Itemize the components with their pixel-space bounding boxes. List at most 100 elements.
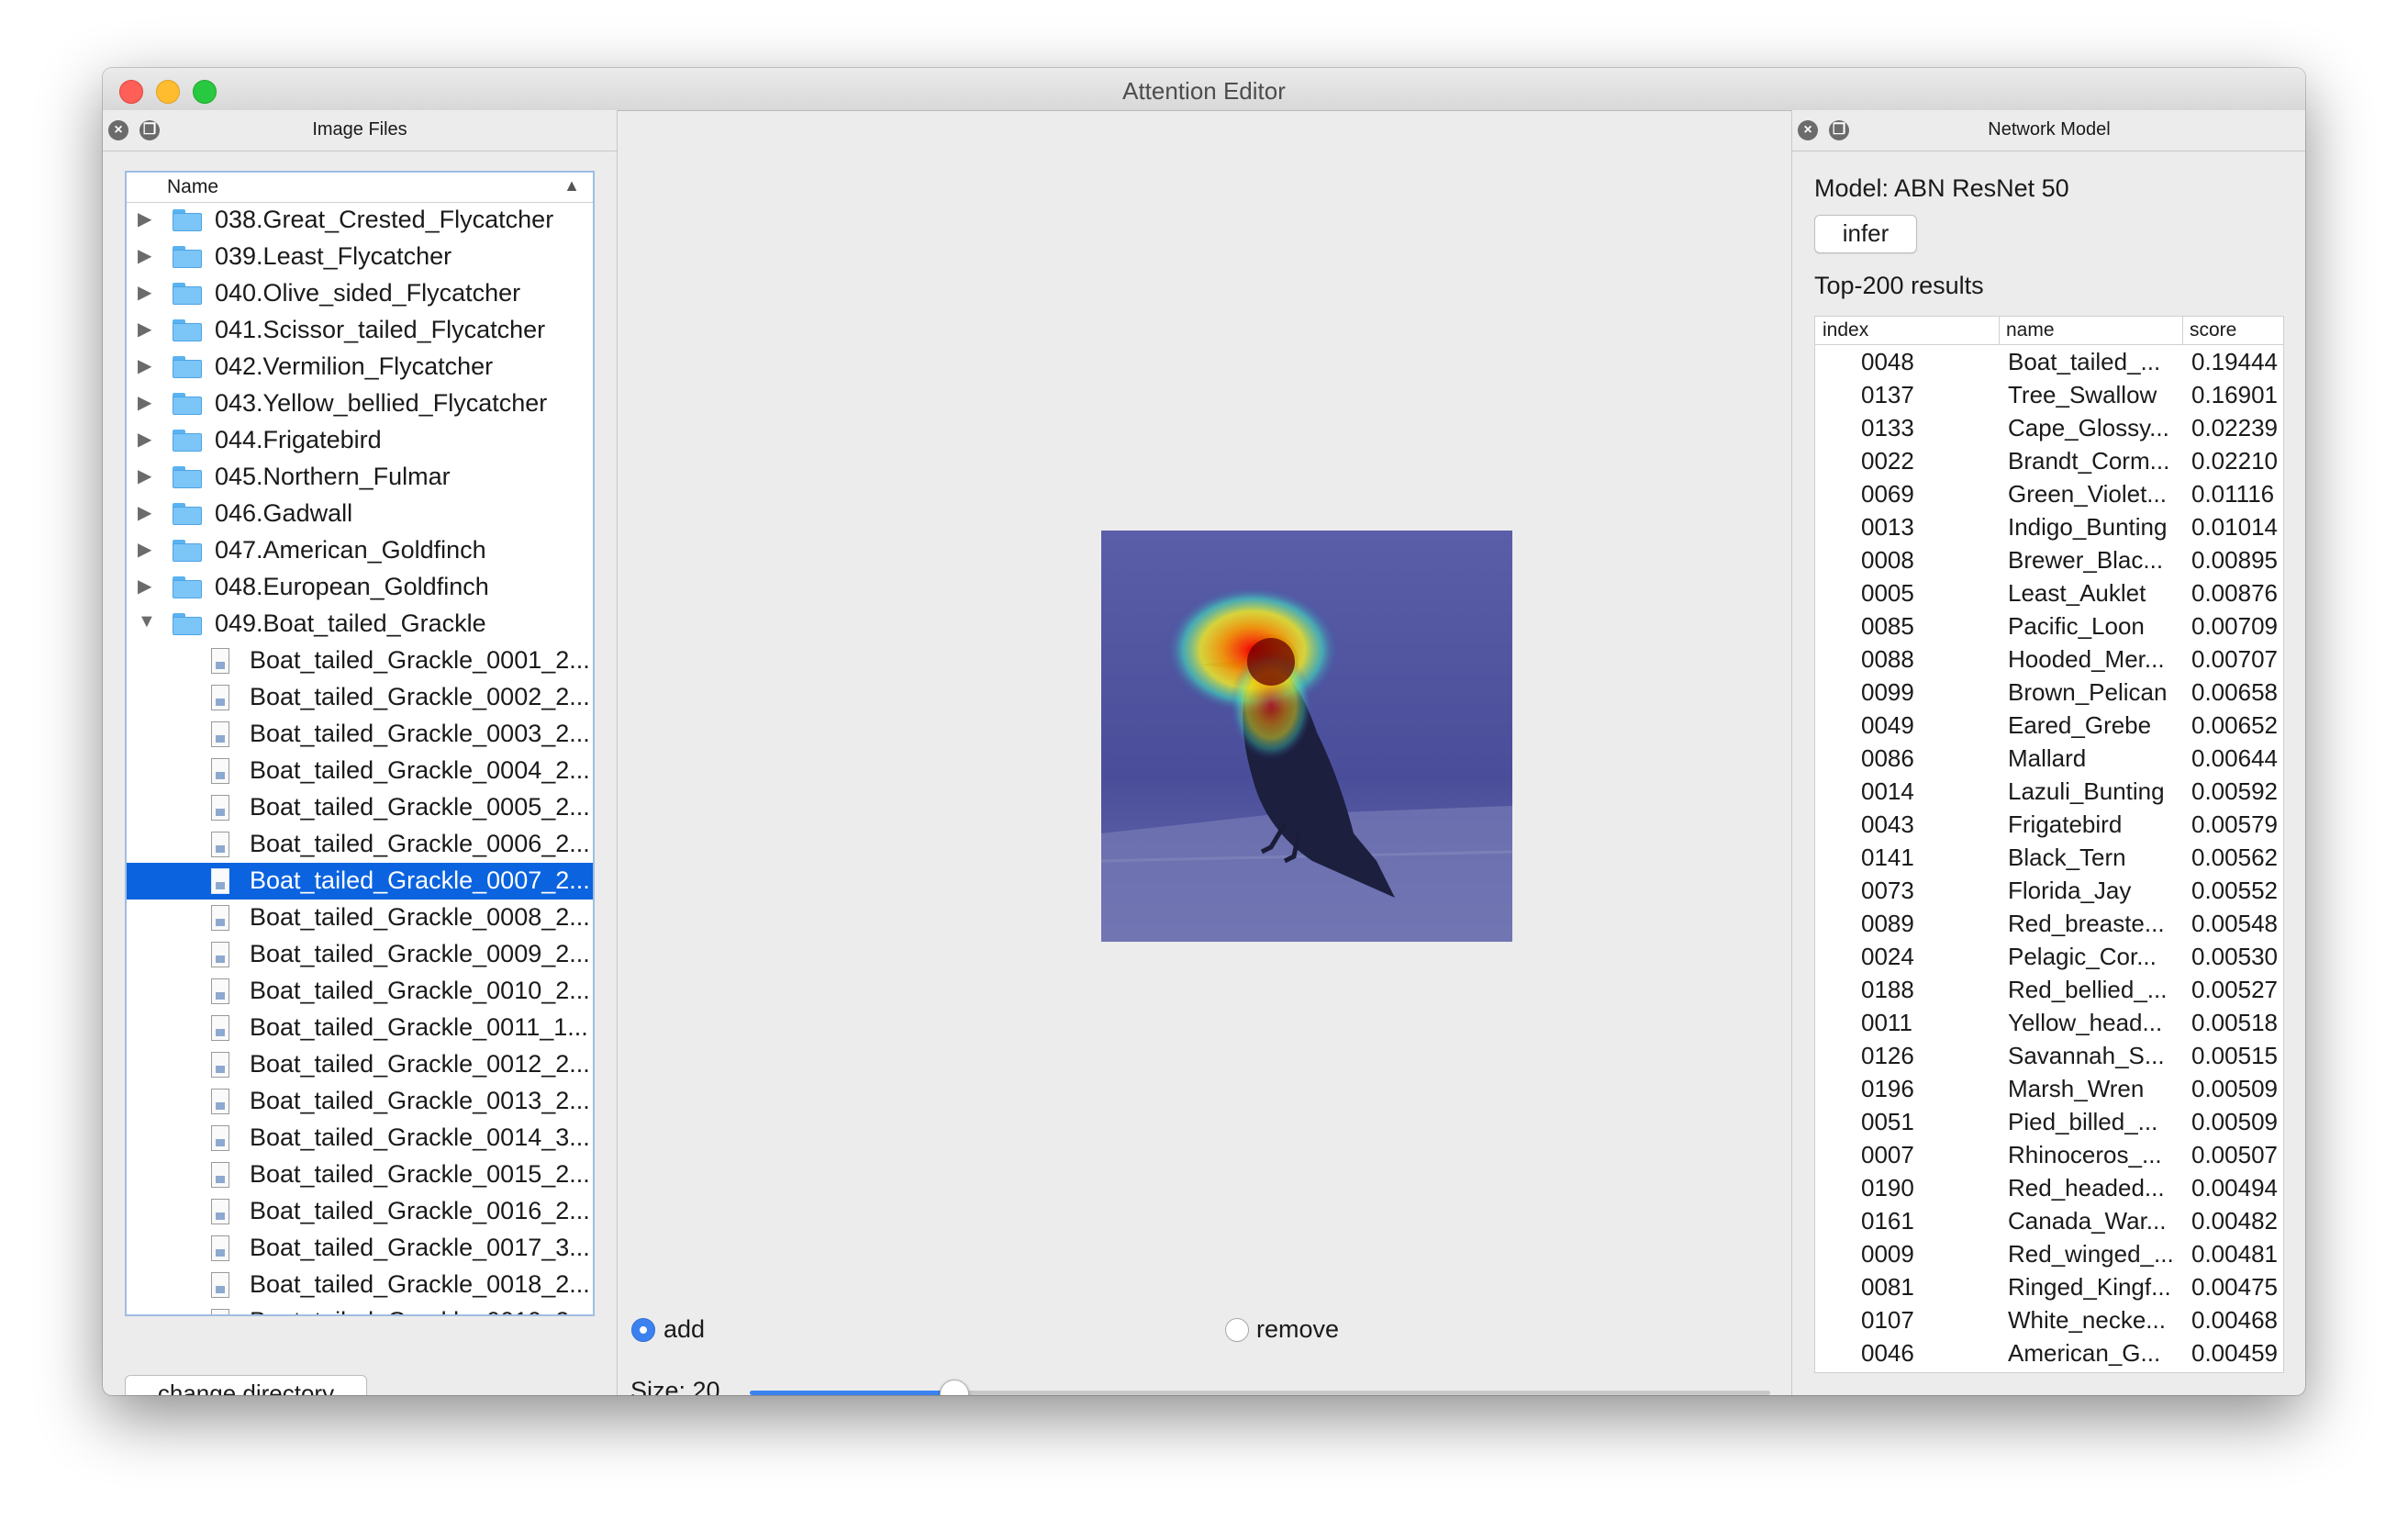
file-row[interactable]: Boat_tailed_Grackle_0015_2... [127, 1157, 593, 1193]
result-row[interactable]: 0107 White_necke... 0.00468 [1815, 1304, 2283, 1337]
file-row[interactable]: Boat_tailed_Grackle_0012_2... [127, 1046, 593, 1083]
file-row[interactable]: Boat_tailed_Grackle_0001_2... [127, 643, 593, 679]
folder-name: 039.Least_Flycatcher [215, 242, 452, 270]
name-column-header[interactable]: Name [167, 176, 218, 198]
file-row[interactable]: Boat_tailed_Grackle_0004_2... [127, 753, 593, 789]
folder-row[interactable]: ▶ 047.American_Goldfinch [127, 532, 593, 569]
file-row[interactable]: Boat_tailed_Grackle_0018_2... [127, 1267, 593, 1303]
folder-row[interactable]: ▶ 046.Gadwall [127, 496, 593, 532]
file-row[interactable]: Boat_tailed_Grackle_0010_2... [127, 973, 593, 1010]
result-row[interactable]: 0073 Florida_Jay 0.00552 [1815, 875, 2283, 908]
result-row[interactable]: 0051 Pied_billed_... 0.00509 [1815, 1106, 2283, 1139]
disclosure-closed-icon[interactable]: ▶ [138, 318, 151, 341]
result-row[interactable]: 0086 Mallard 0.00644 [1815, 743, 2283, 776]
disclosure-closed-icon[interactable]: ▶ [138, 501, 151, 524]
folder-row[interactable]: ▼ 049.Boat_tailed_Grackle [127, 606, 593, 643]
result-row[interactable]: 0005 Least_Auklet 0.00876 [1815, 577, 2283, 610]
size-slider-thumb[interactable] [940, 1380, 970, 1395]
change-directory-button[interactable]: change directory [125, 1375, 367, 1395]
file-row[interactable]: Boat_tailed_Grackle_0013_2... [127, 1083, 593, 1120]
result-index: 0161 [1861, 1207, 1914, 1235]
result-name: Frigatebird [2008, 810, 2123, 838]
result-row[interactable]: 0008 Brewer_Blac... 0.00895 [1815, 544, 2283, 577]
disclosure-closed-icon[interactable]: ▶ [138, 464, 151, 487]
folder-row[interactable]: ▶ 039.Least_Flycatcher [127, 239, 593, 275]
folder-row[interactable]: ▶ 048.European_Goldfinch [127, 569, 593, 606]
result-row[interactable]: 0196 Marsh_Wren 0.00509 [1815, 1073, 2283, 1106]
result-row[interactable]: 0133 Cape_Glossy... 0.02239 [1815, 412, 2283, 445]
result-row[interactable]: 0049 Eared_Grebe 0.00652 [1815, 710, 2283, 743]
result-row[interactable]: 0022 Brandt_Corm... 0.02210 [1815, 445, 2283, 478]
attention-image[interactable] [1100, 531, 1513, 942]
result-row[interactable]: 0085 Pacific_Loon 0.00709 [1815, 610, 2283, 643]
folder-row[interactable]: ▶ 045.Northern_Fulmar [127, 459, 593, 496]
result-row[interactable]: 0099 Brown_Pelican 0.00658 [1815, 676, 2283, 710]
result-row[interactable]: 0007 Rhinoceros_... 0.00507 [1815, 1139, 2283, 1172]
folder-row[interactable]: ▶ 040.Olive_sided_Flycatcher [127, 275, 593, 312]
folder-row[interactable]: ▶ 044.Frigatebird [127, 422, 593, 459]
index-column-header[interactable]: index [1823, 319, 1868, 341]
image-file-icon [211, 1089, 229, 1114]
size-slider[interactable] [750, 1380, 1770, 1395]
disclosure-closed-icon[interactable]: ▶ [138, 354, 151, 377]
result-score: 0.00562 [2191, 844, 2278, 871]
results-title: Top-200 results [1814, 272, 1984, 299]
disclosure-closed-icon[interactable]: ▶ [138, 575, 151, 598]
file-row[interactable]: Boat_tailed_Grackle_0008_2... [127, 900, 593, 936]
result-row[interactable]: 0024 Pelagic_Cor... 0.00530 [1815, 941, 2283, 974]
result-row[interactable]: 0188 Red_bellied_... 0.00527 [1815, 974, 2283, 1007]
file-row[interactable]: Boat_tailed_Grackle_0003_2... [127, 716, 593, 753]
result-row[interactable]: 0013 Indigo_Bunting 0.01014 [1815, 511, 2283, 544]
result-row[interactable]: 0046 American_G... 0.00459 [1815, 1337, 2283, 1370]
file-name: Boat_tailed_Grackle_0006_2... [250, 830, 590, 857]
file-row[interactable]: Boat_tailed_Grackle_0016_2... [127, 1193, 593, 1230]
result-row[interactable]: 0137 Tree_Swallow 0.16901 [1815, 379, 2283, 412]
folder-row[interactable]: ▶ 043.Yellow_bellied_Flycatcher [127, 386, 593, 422]
infer-button[interactable]: infer [1814, 215, 1917, 253]
disclosure-closed-icon[interactable]: ▶ [138, 428, 151, 451]
result-row[interactable]: 0089 Red_breaste... 0.00548 [1815, 908, 2283, 941]
file-row[interactable]: Boat_tailed_Grackle_0009_2... [127, 936, 593, 973]
folder-row[interactable]: ▶ 041.Scissor_tailed_Flycatcher [127, 312, 593, 349]
result-row[interactable]: 0161 Canada_War... 0.00482 [1815, 1205, 2283, 1238]
result-row[interactable]: 0126 Savannah_S... 0.00515 [1815, 1040, 2283, 1073]
file-row[interactable]: Boat_tailed_Grackle_0002_2... [127, 679, 593, 716]
result-row[interactable]: 0014 Lazuli_Bunting 0.00592 [1815, 776, 2283, 809]
result-row[interactable]: 0088 Hooded_Mer... 0.00707 [1815, 643, 2283, 676]
image-files-dock-title: Image Files [312, 119, 407, 140]
file-row-selected[interactable]: Boat_tailed_Grackle_0007_2... [127, 863, 593, 900]
disclosure-closed-icon[interactable]: ▶ [138, 244, 151, 267]
score-column-header[interactable]: score [2190, 319, 2236, 341]
folder-row[interactable]: ▶ 038.Great_Crested_Flycatcher [127, 202, 593, 239]
result-row[interactable]: 0069 Green_Violet... 0.01116 [1815, 478, 2283, 511]
remove-radio[interactable] [1225, 1318, 1249, 1342]
result-row[interactable]: 0190 Red_headed... 0.00494 [1815, 1172, 2283, 1205]
result-row[interactable]: 0048 Boat_tailed_... 0.19444 [1815, 346, 2283, 379]
result-name: Green_Violet... [2008, 480, 2167, 508]
result-index: 0043 [1861, 810, 1914, 838]
disclosure-closed-icon[interactable]: ▶ [138, 207, 151, 230]
add-radio[interactable] [631, 1318, 655, 1342]
file-row[interactable]: Boat_tailed_Grackle_0005_2... [127, 789, 593, 826]
disclosure-open-icon[interactable]: ▼ [138, 611, 156, 632]
disclosure-closed-icon[interactable]: ▶ [138, 391, 151, 414]
results-table[interactable]: index name score 0048 Boat_tailed_... 0.19… [1814, 316, 2284, 1373]
tree-header[interactable]: Name ▲ [127, 173, 593, 203]
result-row[interactable]: 0141 Black_Tern 0.00562 [1815, 842, 2283, 875]
file-row[interactable]: Boat_tailed_Grackle_0014_3... [127, 1120, 593, 1157]
file-tree[interactable]: Name ▲ ▶ 038.Great_Crested_Flycatcher ▶ 039… [125, 171, 595, 1316]
disclosure-closed-icon[interactable]: ▶ [138, 538, 151, 561]
folder-row[interactable]: ▶ 042.Vermilion_Flycatcher [127, 349, 593, 386]
name-column-header[interactable]: name [2006, 319, 2055, 341]
result-row[interactable]: 0011 Yellow_head... 0.00518 [1815, 1007, 2283, 1040]
result-row[interactable]: 0009 Red_winged_... 0.00481 [1815, 1238, 2283, 1271]
file-row[interactable]: Boat_tailed_Grackle_0017_3... [127, 1230, 593, 1267]
result-row[interactable]: 0043 Frigatebird 0.00579 [1815, 809, 2283, 842]
file-row[interactable]: Boat_tailed_Grackle_0006_2... [127, 826, 593, 863]
disclosure-closed-icon[interactable]: ▶ [138, 281, 151, 304]
result-row[interactable]: 0081 Ringed_Kingf... 0.00475 [1815, 1271, 2283, 1304]
result-name: Savannah_S... [2008, 1042, 2165, 1069]
file-row[interactable]: Boat_tailed_Grackle_0011_1... [127, 1010, 593, 1046]
result-name: White_necke... [2008, 1306, 2166, 1334]
file-row[interactable]: Boat_tailed_Grackle_0019_2... [127, 1303, 593, 1314]
